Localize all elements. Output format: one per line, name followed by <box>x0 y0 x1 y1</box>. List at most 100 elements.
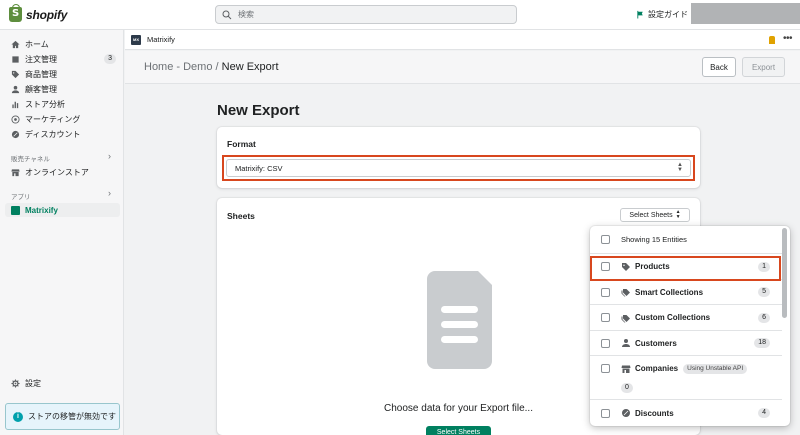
more-actions-icon[interactable]: ••• <box>783 33 793 44</box>
home-icon <box>11 40 20 48</box>
sidebar-item-orders[interactable]: 注文管理 3 <box>0 52 124 66</box>
format-select-value: Matrixify: CSV <box>235 163 283 173</box>
sidebar-item-marketing[interactable]: マーケティング <box>0 112 124 126</box>
app-title-bar: MX Matrixify ••• <box>125 30 800 50</box>
entity-row-companies[interactable]: Companies Using Unstable API 0 <box>590 356 782 400</box>
back-button[interactable]: Back <box>702 57 736 77</box>
sidebar-item-online-store[interactable]: オンラインストア <box>0 165 124 179</box>
sidebar-item-products[interactable]: 商品管理 <box>0 67 124 81</box>
entity-row-products[interactable]: Products 1 <box>590 254 782 280</box>
select-arrows-icon: ▲ ▼ <box>677 162 683 173</box>
matrixify-logo-icon: MX <box>131 34 141 45</box>
select-sheets-dropdown[interactable]: Select Sheets ▲ ▼ <box>620 208 690 222</box>
sidebar-item-label: オンラインストア <box>25 167 89 177</box>
select-arrows-icon: ▲ ▼ <box>675 209 681 220</box>
entity-count-badge: 5 <box>758 287 770 297</box>
collections-icon <box>621 289 630 297</box>
account-menu[interactable] <box>691 3 800 24</box>
entity-label: Companies <box>635 364 679 373</box>
entity-row-discounts[interactable]: Discounts 4 <box>590 400 782 426</box>
companies-checkbox[interactable] <box>601 364 610 373</box>
sidebar-item-home[interactable]: ホーム <box>0 37 124 51</box>
sidebar-item-label: ディスカウント <box>25 129 81 139</box>
app-name: Matrixify <box>147 35 175 44</box>
page-title: New Export <box>217 102 300 119</box>
sidebar-item-analytics[interactable]: ストア分析 <box>0 97 124 111</box>
search-input[interactable]: 検索 <box>215 5 517 24</box>
shopify-bag-icon <box>9 4 22 22</box>
entity-row-custom-collections[interactable]: Custom Collections 6 <box>590 305 782 331</box>
entity-row-customers[interactable]: Customers 18 <box>590 331 782 356</box>
sidebar-item-label: 顧客管理 <box>25 84 57 94</box>
pin-icon[interactable] <box>769 36 775 44</box>
tag-icon <box>11 70 20 78</box>
entity-row-smart-collections[interactable]: Smart Collections 5 <box>590 280 782 305</box>
orders-count-badge: 3 <box>104 54 116 64</box>
custom-collections-checkbox[interactable] <box>601 313 610 322</box>
page-header: Home - Demo / New Export Back Export <box>125 51 800 84</box>
collections-icon <box>621 314 630 322</box>
breadcrumb-current: New Export <box>221 61 279 73</box>
info-icon: i <box>13 411 23 422</box>
discounts-checkbox[interactable] <box>601 408 610 418</box>
top-bar: shopify 検索 設定ガイド <box>0 0 800 30</box>
analytics-icon <box>12 101 19 108</box>
notice-text: ストアの移管が無効です <box>28 412 116 421</box>
sheets-popover: Showing 15 Entities Products 1 Smart Col… <box>590 226 790 426</box>
apps-label: アプリ <box>11 194 31 201</box>
format-title: Format <box>227 139 256 149</box>
setup-guide-label: 設定ガイド <box>648 10 688 19</box>
target-icon <box>11 114 20 124</box>
format-select-highlight: Matrixify: CSV ▲ ▼ <box>222 155 695 181</box>
sidebar-item-discounts[interactable]: ディスカウント <box>0 127 124 141</box>
sidebar-item-settings[interactable]: 設定 <box>0 376 124 390</box>
sidebar-item-label: ストア分析 <box>25 99 65 109</box>
customers-checkbox[interactable] <box>601 338 610 348</box>
sales-channels-chevron-icon[interactable]: › <box>108 151 111 161</box>
document-illustration-icon <box>427 271 492 369</box>
person-icon <box>11 85 20 93</box>
tag-icon <box>622 262 630 271</box>
store-transfer-notice: i ストアの移管が無効です <box>5 403 120 430</box>
flag-icon <box>637 10 643 19</box>
unstable-api-badge: Using Unstable API <box>683 364 748 374</box>
apps-chevron-icon[interactable]: › <box>108 188 111 198</box>
select-all-row[interactable]: Showing 15 Entities <box>590 226 782 254</box>
setup-guide-link[interactable]: 設定ガイド <box>636 9 688 20</box>
sidebar-item-label: 設定 <box>25 378 41 388</box>
store-icon <box>11 168 20 176</box>
sidebar-item-label: マーケティング <box>25 114 81 124</box>
entity-label: Discounts <box>635 408 674 418</box>
export-button[interactable]: Export <box>742 57 785 77</box>
format-card: Format Matrixify: CSV ▲ ▼ <box>217 127 700 188</box>
sidebar: ホーム 注文管理 3 商品管理 顧客管理 ストア分析 マーケティング ディスカウ… <box>0 30 124 435</box>
breadcrumb: Home - Demo / New Export <box>144 61 279 73</box>
products-checkbox[interactable] <box>601 262 610 271</box>
breadcrumb-separator: / <box>212 61 222 73</box>
popover-scrollbar[interactable] <box>782 228 787 318</box>
sidebar-item-label: 商品管理 <box>25 69 57 79</box>
discount-icon <box>11 130 20 138</box>
discount-icon <box>622 409 630 417</box>
shopify-logo[interactable]: shopify <box>9 4 67 22</box>
entity-count-badge: 1 <box>758 261 770 272</box>
matrixify-app-icon <box>11 205 20 215</box>
sidebar-item-label: ホーム <box>25 39 49 49</box>
gear-icon <box>11 378 20 388</box>
format-select[interactable]: Matrixify: CSV ▲ ▼ <box>226 159 691 177</box>
sales-channels-label: 販売チャネル <box>11 156 50 163</box>
search-placeholder: 検索 <box>238 10 254 19</box>
apps-heading: アプリ <box>11 191 31 201</box>
breadcrumb-parent-link[interactable]: Home - Demo <box>144 61 212 73</box>
sales-channels-heading: 販売チャネル <box>11 153 50 163</box>
orders-icon <box>12 55 19 63</box>
select-sheets-button[interactable]: Select Sheets <box>426 426 491 435</box>
smart-collections-checkbox[interactable] <box>601 287 610 297</box>
sidebar-item-matrixify[interactable]: Matrixify <box>5 203 120 217</box>
sidebar-item-customers[interactable]: 顧客管理 <box>0 82 124 96</box>
entity-count-badge: 0 <box>621 383 633 393</box>
sidebar-item-label: 注文管理 <box>25 54 57 64</box>
entity-label: Customers <box>635 338 677 348</box>
select-all-checkbox[interactable] <box>601 235 610 244</box>
entity-label: Products <box>635 262 670 271</box>
